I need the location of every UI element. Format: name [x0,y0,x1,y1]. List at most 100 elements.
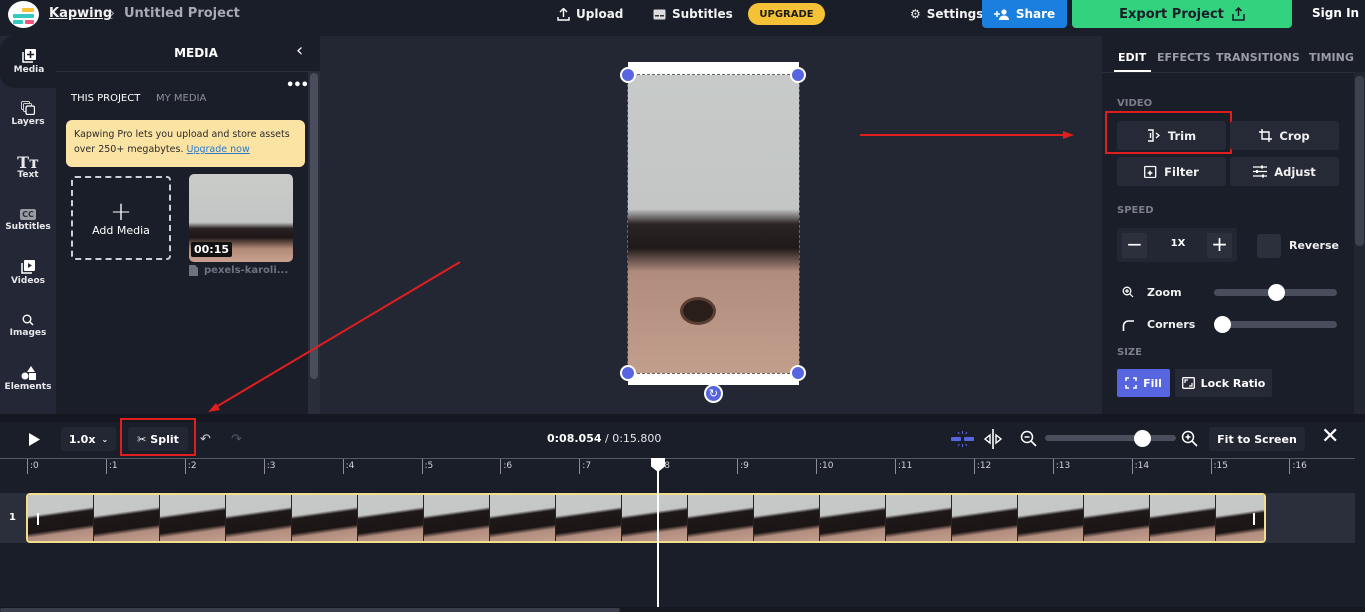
fill-button[interactable]: Fill [1117,369,1170,397]
divider [56,71,308,72]
clip-frame-thumbnail [886,495,952,541]
tab-effects[interactable]: EFFECTS [1157,51,1211,64]
crop-icon [1259,129,1273,142]
resize-handle-top-left[interactable] [620,67,636,83]
sidebar-item-images[interactable]: Images [0,300,56,352]
tab-transitions[interactable]: TRANSITIONS [1216,51,1300,64]
speed-stepper: − 1X + [1117,228,1237,262]
media-item-thumbnail[interactable]: 00:15 [189,174,293,262]
resize-handle-bottom-right[interactable] [790,365,806,381]
filter-label: Filter [1164,164,1199,179]
sidebar-item-layers[interactable]: Layers [0,88,56,140]
add-media-label: Add Media [92,223,150,237]
plus-icon: + [110,196,132,227]
cc-icon: CC [20,208,36,220]
filter-button[interactable]: Filter [1117,157,1226,186]
ruler-tick: :4 [342,459,354,474]
settings-button[interactable]: ⚙ Settings [910,7,983,21]
zoom-slider[interactable] [1214,284,1337,301]
speed-value: 1X [1170,238,1186,249]
video-clip[interactable] [26,493,1266,543]
share-export-icon [1232,7,1245,21]
reverse-checkbox[interactable] [1257,234,1281,258]
reverse-label: Reverse [1289,239,1339,252]
corners-slider[interactable] [1214,316,1337,333]
ruler-tick: :16 [1289,459,1307,474]
brand-link[interactable]: Kapwing [49,6,112,21]
media-duration: 00:15 [191,242,233,257]
speed-decrease-button[interactable]: − [1122,233,1147,258]
top-bar: Kapwing › Untitled Project Upload Subtit… [0,0,1365,29]
sidebar-item-label: Subtitles [5,221,51,232]
crop-button[interactable]: Crop [1230,121,1339,150]
timeline-vertical-scroll[interactable] [1355,458,1365,608]
clip-trim-handle-left[interactable] [37,513,39,525]
timeline-resize-bar[interactable] [0,414,1365,422]
zoom-in-icon[interactable] [1181,430,1198,447]
clip-frame-thumbnail [688,495,754,541]
fill-label: Fill [1143,376,1162,390]
timeline-zoom-knob[interactable] [1133,430,1151,447]
upload-button[interactable]: Upload [557,7,623,21]
filter-icon [1144,165,1157,178]
fit-to-screen-button[interactable]: Fit to Screen [1209,427,1305,451]
clip-frame-thumbnail [292,495,358,541]
sidebar-item-media[interactable]: Media [0,36,58,88]
kapwing-logo[interactable] [8,1,39,28]
chevron-down-icon: ⌄ [101,434,109,444]
current-time: 0:08.054 [547,432,602,445]
split-view-icon[interactable] [983,429,1003,449]
timeline-zoom-slider[interactable] [1045,435,1176,441]
corners-slider-knob[interactable] [1214,316,1231,333]
divider [1102,72,1354,73]
lock-ratio-button[interactable]: Lock Ratio [1175,369,1272,397]
tab-this-project[interactable]: THIS PROJECT [71,93,140,104]
snap-toggle-icon[interactable] [950,430,976,448]
more-options-icon[interactable]: ••• [286,78,309,93]
clip-frame-thumbnail [1084,495,1150,541]
adjust-label: Adjust [1274,164,1316,179]
panel-scrollbar-thumb[interactable] [310,73,318,379]
play-button[interactable] [28,433,40,446]
playhead-line[interactable] [657,458,659,608]
upgrade-now-link[interactable]: Upgrade now [187,144,250,155]
zoom-slider-knob[interactable] [1267,284,1285,301]
timeline-ruler[interactable]: :0:1:2:3:4:5:6:7:8:9:10:11:12:13:14:15:1… [0,458,1365,474]
upgrade-button[interactable]: UPGRADE [748,3,825,25]
add-media-button[interactable]: + Add Media [71,176,171,260]
tab-timing[interactable]: TIMING [1309,51,1354,64]
upload-icon [557,7,570,21]
properties-scrollbar-thumb[interactable] [1355,76,1364,246]
media-filename: pexels-karoli... [204,265,289,276]
sidebar-item-videos[interactable]: Videos [0,247,56,299]
playback-rate-dropdown[interactable]: 1.0x ⌄ [61,427,116,451]
project-title[interactable]: Untitled Project [124,6,240,21]
adjust-button[interactable]: Adjust [1230,157,1339,186]
video-layer[interactable] [627,74,800,374]
zoom-out-icon[interactable] [1020,430,1037,447]
redo-icon[interactable]: ↷ [231,432,242,447]
subtitles-button[interactable]: Subtitles [653,7,733,21]
sign-in-link[interactable]: Sign In [1312,6,1359,20]
collapse-panel-icon[interactable]: ‹ [296,40,303,61]
tab-edit[interactable]: EDIT [1118,51,1146,64]
sidebar-item-elements[interactable]: Elements [0,353,56,405]
speed-increase-button[interactable]: + [1207,233,1232,258]
sidebar-item-subtitles[interactable]: CC Subtitles [0,194,56,246]
ruler-tick: :10 [816,459,833,474]
share-button[interactable]: Share [982,0,1067,28]
video-canvas-frame[interactable] [627,62,800,385]
timeline-scrollbar-thumb[interactable] [0,608,620,612]
rotate-handle-icon[interactable]: ↻ [704,384,723,403]
undo-icon[interactable]: ↶ [200,432,211,447]
clip-trim-handle-right[interactable] [1253,513,1255,525]
clip-frame-thumbnail [820,495,886,541]
resize-handle-bottom-left[interactable] [620,365,636,381]
sidebar-item-text[interactable]: Tт Text [0,141,56,193]
resize-handle-top-right[interactable] [790,67,806,83]
close-timeline-icon[interactable]: ✕ [1321,424,1339,449]
layers-icon [21,101,35,115]
subtitles-label: Subtitles [672,7,733,21]
tab-my-media[interactable]: MY MEDIA [156,93,206,104]
export-project-button[interactable]: Export Project [1072,0,1292,28]
